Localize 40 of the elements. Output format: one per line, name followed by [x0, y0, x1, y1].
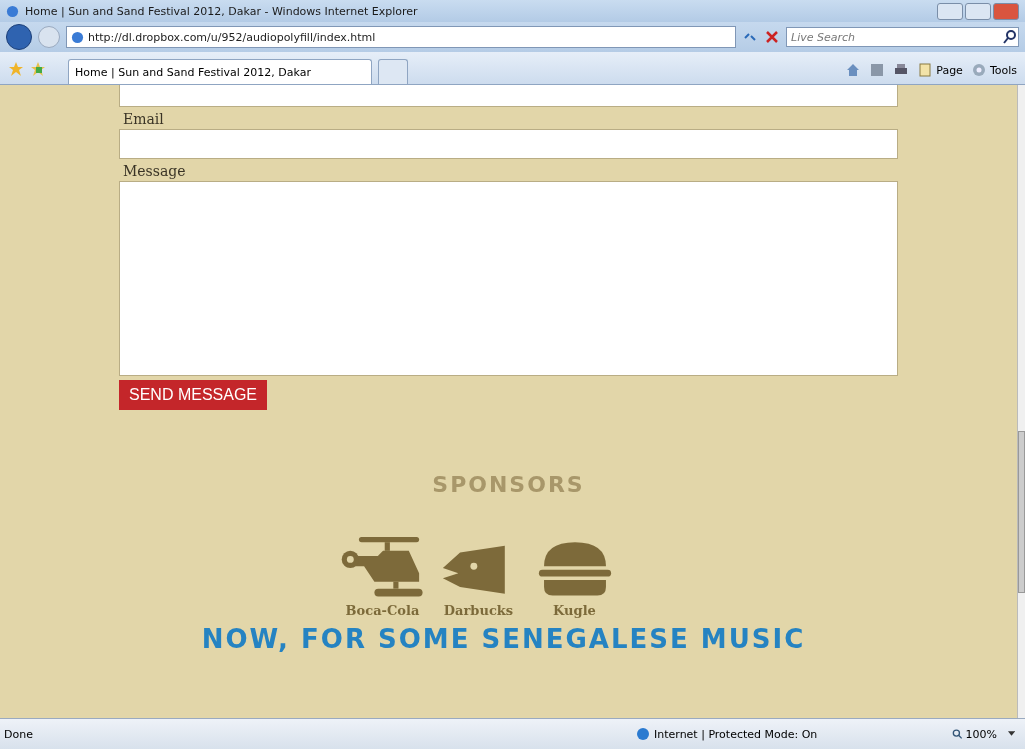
security-zone-text: Internet | Protected Mode: On: [654, 727, 818, 741]
sponsor-name: Darbucks: [443, 603, 514, 618]
input-field[interactable]: [119, 85, 898, 107]
message-field[interactable]: [119, 181, 898, 376]
forward-button[interactable]: [38, 26, 60, 48]
feed-icon: [869, 62, 886, 78]
gear-icon: [970, 62, 987, 78]
window-title: Home | Sun and Sand Festival 2012, Dakar - Windows Internet Explorer: [25, 4, 418, 18]
minimize-button[interactable]: [937, 2, 963, 20]
zoom-button[interactable]: 100%: [946, 726, 1021, 742]
browser-tab[interactable]: Home | Sun and Sand Festival 2012, Dakar: [68, 59, 372, 84]
sponsor-name: Boca-Cola: [345, 603, 420, 618]
page-button[interactable]: Page: [917, 62, 963, 78]
tools-button[interactable]: Tools: [970, 62, 1017, 78]
search-icon[interactable]: [1002, 29, 1018, 45]
section-heading: NOW, FOR SOME SENEGALESE MUSIC: [201, 624, 806, 654]
input-field[interactable]: [119, 129, 898, 159]
maximize-button[interactable]: [965, 2, 991, 20]
star-icon[interactable]: [8, 61, 24, 77]
new-tab-button[interactable]: [378, 59, 408, 84]
scrollbar[interactable]: [1017, 85, 1025, 718]
search-box[interactable]: Live Search: [786, 27, 1019, 47]
home-icon: [845, 62, 862, 78]
back-button[interactable]: [6, 24, 32, 50]
caret-icon: [1008, 731, 1015, 737]
stop-icon[interactable]: [764, 29, 780, 45]
close-button[interactable]: [993, 2, 1019, 20]
home-button[interactable]: [845, 62, 862, 78]
sponsor-name: Kugle: [553, 603, 596, 618]
sponsors-heading: SPONSORS: [432, 472, 585, 497]
magnifier-icon: [952, 728, 963, 740]
address-field[interactable]: http://dl.dropbox.com/u/952/audiopolyfill/index.html: [66, 26, 736, 48]
send-message-button[interactable]: SEND MESSAGE: [119, 380, 268, 410]
status-text: Done: [4, 727, 34, 741]
globe-icon: [636, 727, 650, 741]
add-favorite-icon[interactable]: [30, 61, 46, 77]
feed-button[interactable]: [869, 62, 886, 78]
field-label: Email: [122, 110, 165, 129]
url-text: http://dl.dropbox.com/u/952/audiopolyfill/index.html: [88, 30, 376, 44]
field-label: Message: [122, 162, 187, 181]
